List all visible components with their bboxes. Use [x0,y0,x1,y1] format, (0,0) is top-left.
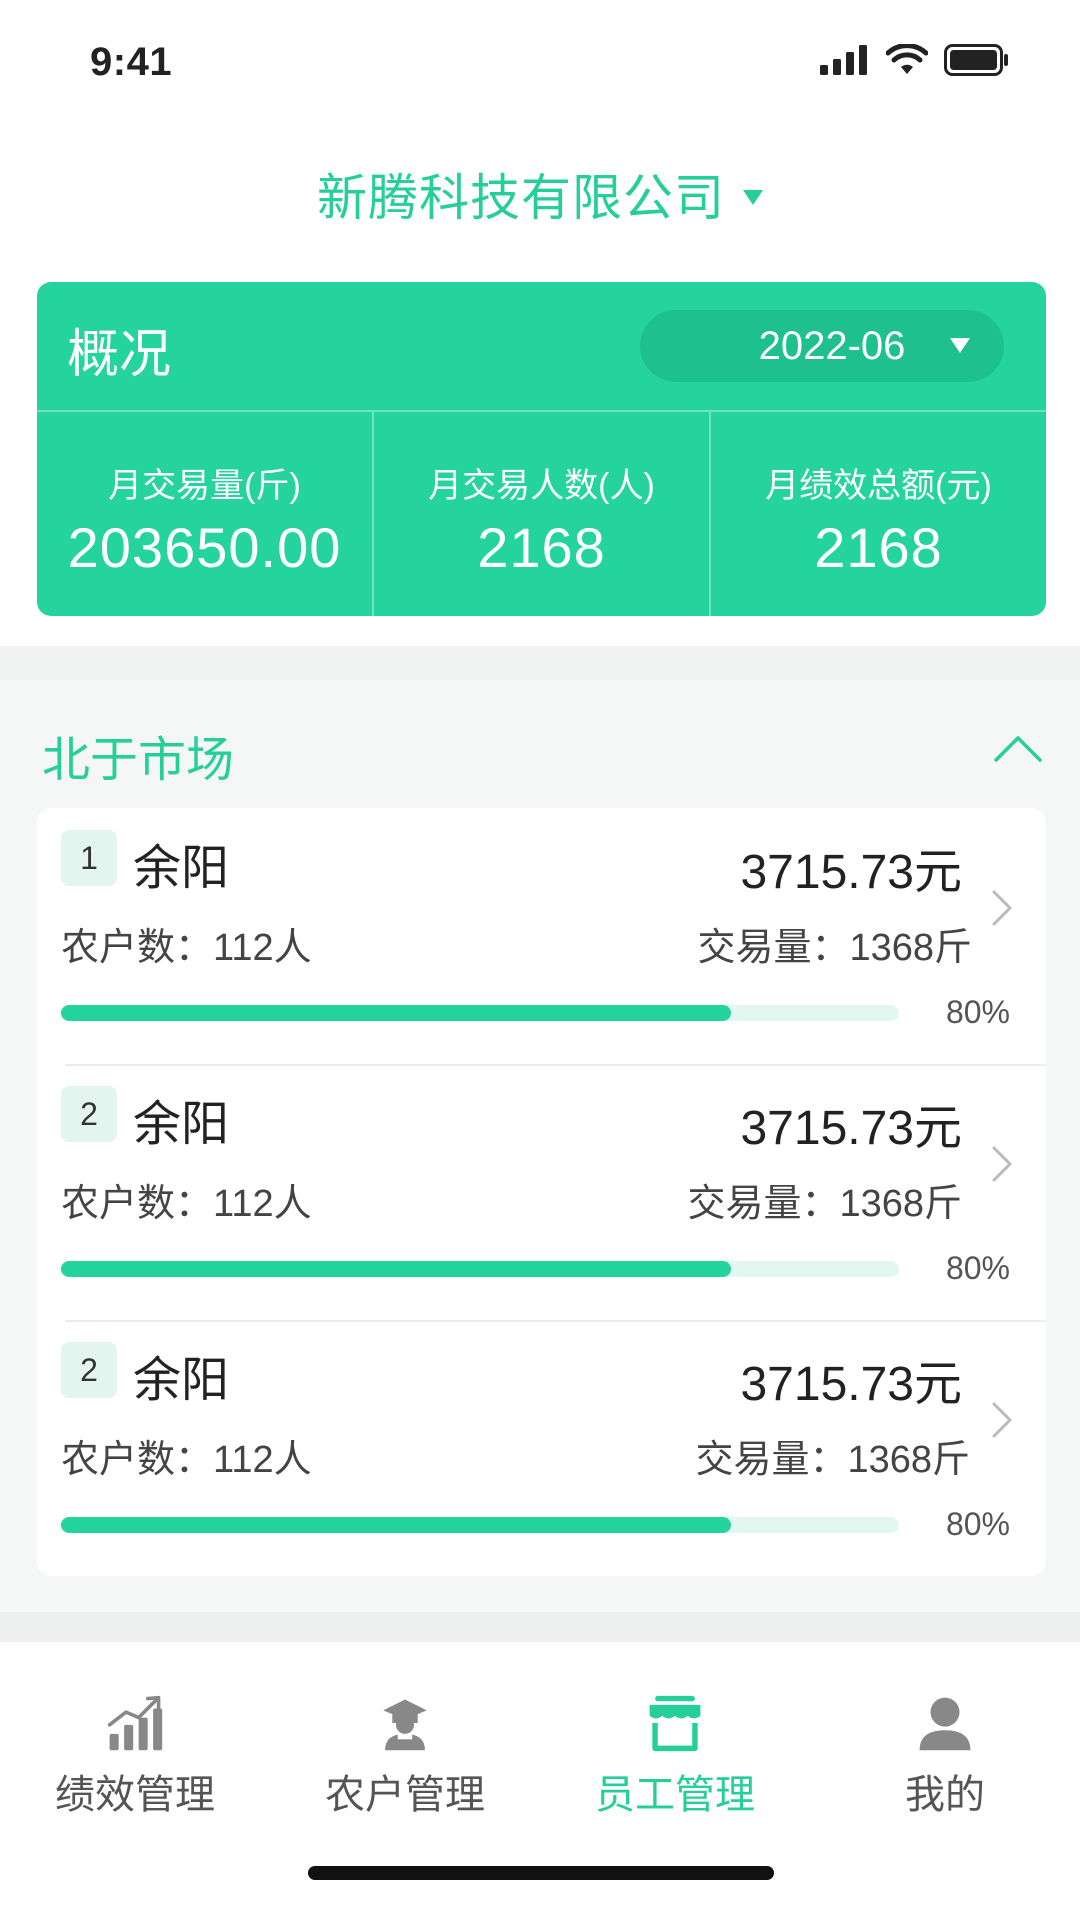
trade-volume: 交易量：1368斤 [687,1183,962,1225]
caret-down-icon [743,189,763,205]
employee-amount: 3715.73元 [740,846,962,899]
stat-label: 月交易人数(人) [428,467,655,505]
progress-percent: 80% [945,1250,1010,1286]
chevron-right-icon [992,890,1012,926]
status-time: 9:41 [90,40,173,84]
store-icon [649,1695,701,1752]
farmer-count: 农户数：112人 [61,1183,312,1225]
employee-amount: 3715.73元 [740,1102,962,1155]
wifi-icon [886,44,928,74]
month-value: 2022-06 [758,323,906,368]
employee-list: 1 余阳 3715.73元 农户数：112人 交易量：1368斤 80% 2 余… [37,808,1046,1576]
rank-badge: 2 [61,1086,117,1142]
employee-name: 余阳 [133,1098,230,1151]
progress-fill [61,1261,732,1277]
home-indicator [308,1866,774,1880]
chevron-right-icon [992,1146,1012,1182]
employee-amount: 3715.73元 [740,1358,962,1411]
market-name: 北于市场 [42,734,235,787]
overview-card: 概况 2022-06 月交易量(斤) 203650.00 月交易人数(人) 21… [37,282,1046,616]
user-icon [919,1697,971,1751]
progress-fill [61,1517,732,1533]
employee-row[interactable]: 2 余阳 3715.73元 农户数：112人 交易量：1368斤 80% [37,1320,1046,1576]
trade-volume: 交易量：1368斤 [695,1439,970,1481]
month-picker[interactable]: 2022-06 [640,310,1004,382]
trade-volume: 交易量：1368斤 [697,927,972,969]
company-name: 新腾科技有限公司 [317,170,725,226]
progress-bar [61,1517,899,1533]
tab-bar: 绩效管理 农户管理 员工管理 我的 [0,1680,1080,1920]
section-separator [0,1612,1080,1642]
tab-label: 绩效管理 [55,1773,215,1817]
rank-badge: 1 [61,830,117,886]
tab-farmers[interactable]: 农户管理 [270,1680,540,1820]
caret-down-icon [950,338,970,353]
tab-label: 员工管理 [595,1773,755,1817]
market-section: 北于市场 1 余阳 3715.73元 农户数：112人 交易量：1368斤 80… [0,680,1080,1642]
overview-stats: 月交易量(斤) 203650.00 月交易人数(人) 2168 月绩效总额(元)… [37,412,1046,616]
stat-monthly-traders: 月交易人数(人) 2168 [372,412,709,616]
rank-badge: 2 [61,1342,117,1398]
tab-label: 我的 [905,1773,985,1817]
employee-row[interactable]: 1 余阳 3715.73元 农户数：112人 交易量：1368斤 80% [37,808,1046,1064]
tab-me[interactable]: 我的 [810,1680,1080,1820]
farmer-icon [383,1699,427,1751]
tab-employees[interactable]: 员工管理 [540,1680,810,1820]
chart-bar-icon [107,1695,163,1751]
progress-bar [61,1261,899,1277]
progress-percent: 80% [945,1506,1010,1542]
employee-name: 余阳 [133,1354,230,1407]
company-selector[interactable]: 新腾科技有限公司 [0,158,1080,230]
signal-icon [820,45,867,75]
stat-label: 月绩效总额(元) [765,467,992,505]
chevron-up-icon[interactable] [990,728,1046,768]
stat-value: 203650.00 [67,516,342,579]
stat-label: 月交易量(斤) [108,467,301,505]
company-selector-button[interactable]: 新腾科技有限公司 [317,158,763,230]
stat-value: 2168 [814,516,943,579]
progress-percent: 80% [945,994,1010,1030]
stat-monthly-performance: 月绩效总额(元) 2168 [709,412,1046,616]
stat-monthly-volume: 月交易量(斤) 203650.00 [37,412,372,616]
farmer-count: 农户数：112人 [61,927,312,969]
status-bar: 9:41 [0,0,1080,130]
progress-bar [61,1005,899,1021]
section-separator [0,646,1080,680]
employee-row[interactable]: 2 余阳 3715.73元 农户数：112人 交易量：1368斤 80% [37,1064,1046,1320]
employee-name: 余阳 [133,842,230,895]
farmer-count: 农户数：112人 [61,1439,312,1481]
stat-value: 2168 [477,516,606,579]
status-icons [820,44,1010,76]
chevron-right-icon [992,1402,1012,1438]
battery-icon [944,44,1008,76]
tab-label: 农户管理 [325,1773,485,1817]
tab-performance[interactable]: 绩效管理 [0,1680,270,1820]
overview-title: 概况 [67,326,172,384]
progress-fill [61,1005,732,1021]
